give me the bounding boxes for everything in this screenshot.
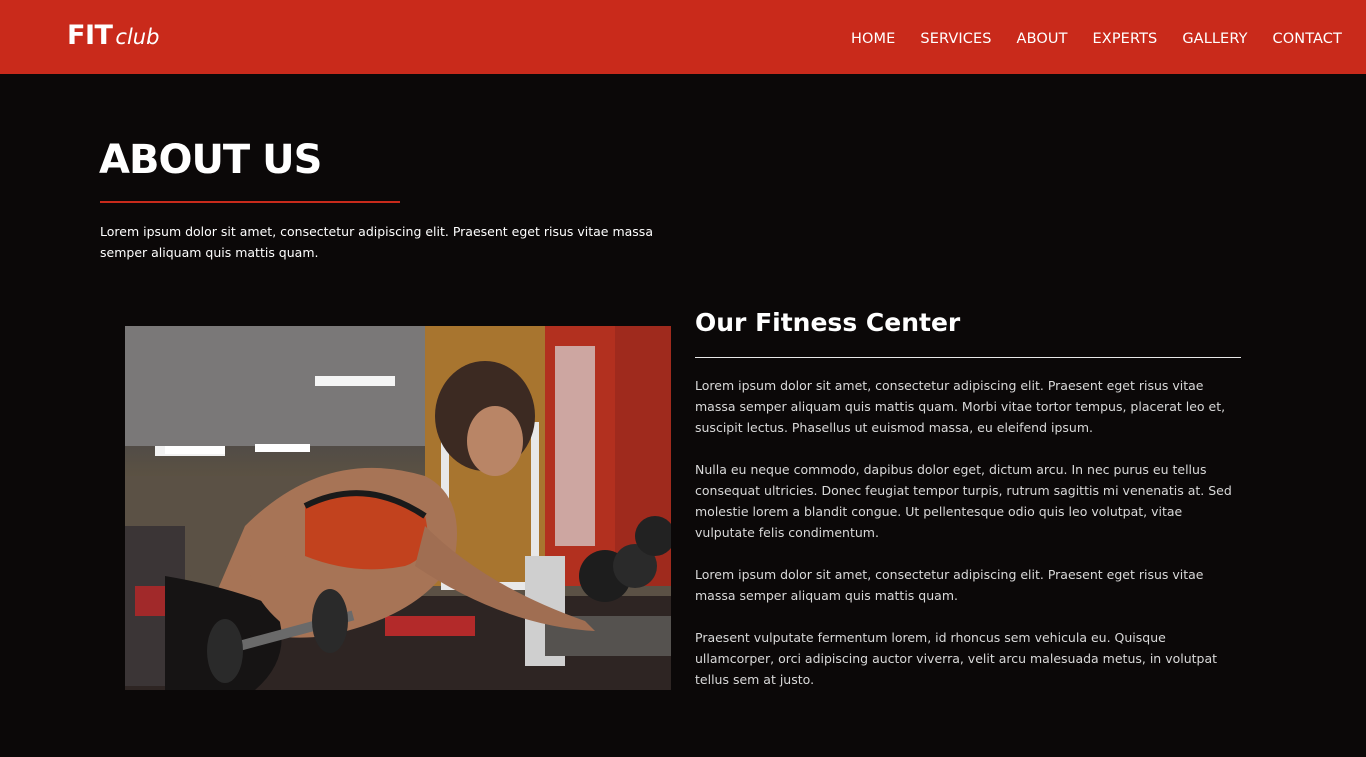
nav-link-gallery[interactable]: GALLERY <box>1182 31 1247 47</box>
paragraph: Lorem ipsum dolor sit amet, consectetur … <box>695 567 1204 603</box>
nav-link-about[interactable]: ABOUT <box>1017 31 1068 47</box>
heading-underline <box>100 201 400 203</box>
about-heading: ABOUT US <box>99 137 322 183</box>
paragraph: Praesent vulputate fermentum lorem, id r… <box>695 630 1218 687</box>
logo-club-text: club <box>115 25 160 49</box>
fitness-center-heading: Our Fitness Center <box>695 308 961 337</box>
nav-link-experts[interactable]: EXPERTS <box>1093 31 1158 47</box>
logo-fit-text: FIT <box>67 20 113 51</box>
brand-logo[interactable]: FIT club <box>67 20 159 51</box>
fitness-center-body: Lorem ipsum dolor sit amet, consectetur … <box>695 375 1241 711</box>
gym-photo <box>125 326 671 690</box>
main-nav: HOME SERVICES ABOUT EXPERTS GALLERY CONT… <box>826 0 1342 74</box>
about-intro-text: Lorem ipsum dolor sit amet, consectetur … <box>100 224 653 260</box>
nav-link-home[interactable]: HOME <box>851 31 895 47</box>
nav-link-services[interactable]: SERVICES <box>920 31 991 47</box>
ceiling-light <box>315 376 395 386</box>
top-navbar: FIT club HOME SERVICES ABOUT EXPERTS GAL… <box>0 0 1366 74</box>
section-divider <box>695 357 1241 358</box>
paragraph: Lorem ipsum dolor sit amet, consectetur … <box>695 378 1226 435</box>
nav-link-contact[interactable]: CONTACT <box>1273 31 1342 47</box>
paragraph: Nulla eu neque commodo, dapibus dolor eg… <box>695 462 1232 540</box>
